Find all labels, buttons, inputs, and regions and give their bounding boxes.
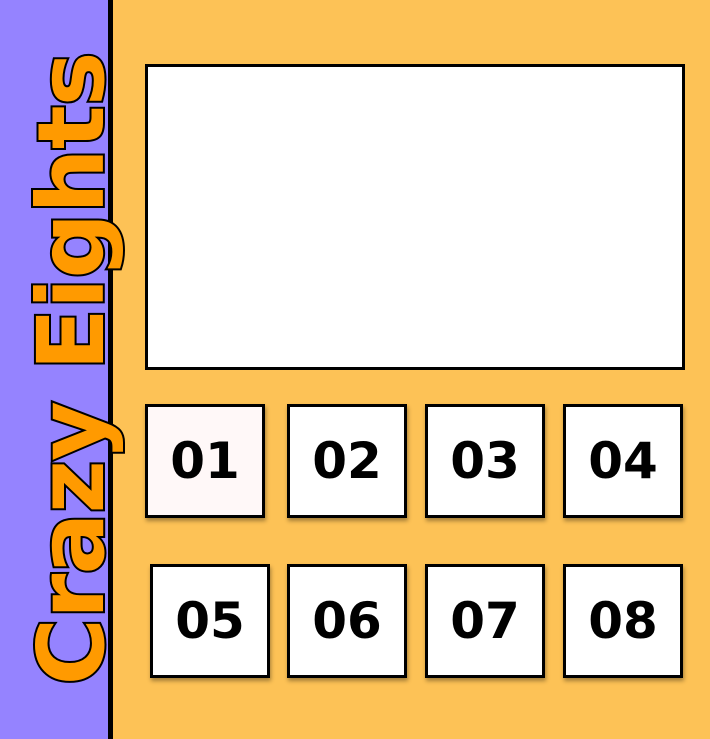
card-05[interactable]: 05: [150, 564, 270, 678]
game-title: Crazy Eights: [16, 51, 127, 688]
card-02[interactable]: 02: [287, 404, 407, 518]
card-label: 05: [175, 592, 245, 650]
card-01[interactable]: 01: [145, 404, 265, 518]
card-label: 08: [588, 592, 658, 650]
card-06[interactable]: 06: [287, 564, 407, 678]
card-08[interactable]: 08: [563, 564, 683, 678]
card-display-area: [145, 64, 685, 370]
card-label: 07: [450, 592, 520, 650]
card-label: 02: [312, 432, 382, 490]
card-07[interactable]: 07: [425, 564, 545, 678]
card-label: 01: [170, 432, 240, 490]
card-label: 06: [312, 592, 382, 650]
card-label: 04: [588, 432, 658, 490]
card-03[interactable]: 03: [425, 404, 545, 518]
card-04[interactable]: 04: [563, 404, 683, 518]
card-label: 03: [450, 432, 520, 490]
